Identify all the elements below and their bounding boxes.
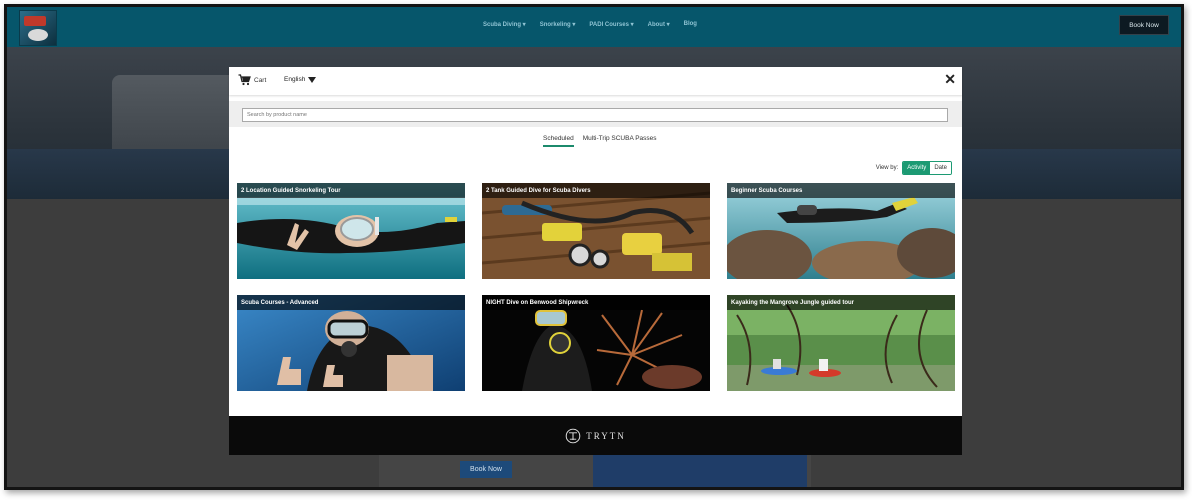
product-title: Kayaking the Mangrove Jungle guided tour xyxy=(727,295,955,310)
close-button[interactable]: ✕ xyxy=(944,72,956,86)
search-input[interactable] xyxy=(242,108,948,122)
product-card[interactable]: Scuba Courses - Advanced xyxy=(237,295,465,391)
product-title: 2 Tank Guided Dive for Scuba Divers xyxy=(482,183,710,198)
product-grid: 2 Location Guided Snorkeling Tour 2 Tank… xyxy=(237,183,955,393)
caret-down-icon xyxy=(308,76,317,83)
language-label: English xyxy=(284,76,306,83)
tab-scheduled[interactable]: Scheduled xyxy=(543,135,574,147)
footer-brand: TRYTN xyxy=(586,430,626,441)
trytn-logo-icon xyxy=(565,428,581,443)
product-card[interactable]: Kayaking the Mangrove Jungle guided tour xyxy=(727,295,955,391)
product-title: Scuba Courses - Advanced xyxy=(237,295,465,310)
view-by-control: View by: Activity Date xyxy=(876,161,952,175)
tab-multi-trip-passes[interactable]: Multi-Trip SCUBA Passes xyxy=(583,135,657,147)
content-book-now-button[interactable]: Book Now xyxy=(460,461,512,478)
modal-header: Cart English ✕ xyxy=(229,67,962,95)
product-card[interactable]: Beginner Scuba Courses xyxy=(727,183,955,279)
nav-padi-courses[interactable]: PADI Courses ▾ xyxy=(589,21,633,28)
logo-fish-icon xyxy=(28,29,48,41)
language-select[interactable]: English xyxy=(284,76,317,83)
nav-snorkeling[interactable]: Snorkeling ▾ xyxy=(540,21,576,28)
cart-label: Cart xyxy=(254,76,267,84)
product-title: NIGHT Dive on Benwood Shipwreck xyxy=(482,295,710,310)
cart-icon xyxy=(238,74,251,86)
booking-modal: Cart English ✕ Scheduled Multi-Trip SCUB… xyxy=(229,67,962,455)
product-title: Beginner Scuba Courses xyxy=(727,183,955,198)
content-image xyxy=(593,453,807,487)
view-toggle: Activity Date xyxy=(902,161,952,175)
browser-frame: Scuba Diving ▾ Snorkeling ▾ PADI Courses… xyxy=(4,4,1184,490)
view-by-label: View by: xyxy=(875,165,899,171)
product-card[interactable]: NIGHT Dive on Benwood Shipwreck xyxy=(482,295,710,391)
modal-tabs: Scheduled Multi-Trip SCUBA Passes xyxy=(543,135,657,147)
logo-mark xyxy=(24,16,46,26)
view-activity-button[interactable]: Activity xyxy=(903,162,931,174)
nav-about[interactable]: About ▾ xyxy=(648,21,670,28)
product-card[interactable]: 2 Location Guided Snorkeling Tour xyxy=(237,183,465,279)
product-card[interactable]: 2 Tank Guided Dive for Scuba Divers xyxy=(482,183,710,279)
product-title: 2 Location Guided Snorkeling Tour xyxy=(237,183,465,198)
site-nav-links: Scuba Diving ▾ Snorkeling ▾ PADI Courses… xyxy=(483,21,697,28)
view-date-button[interactable]: Date xyxy=(930,162,951,174)
modal-footer: TRYTN xyxy=(229,416,962,455)
site-book-now-button[interactable]: Book Now xyxy=(1119,15,1169,35)
site-navbar: Scuba Diving ▾ Snorkeling ▾ PADI Courses… xyxy=(7,7,1181,47)
site-logo[interactable] xyxy=(19,10,57,46)
nav-scuba-diving[interactable]: Scuba Diving ▾ xyxy=(483,21,526,28)
cart-button[interactable]: Cart xyxy=(238,74,266,86)
nav-blog[interactable]: Blog xyxy=(684,21,697,28)
